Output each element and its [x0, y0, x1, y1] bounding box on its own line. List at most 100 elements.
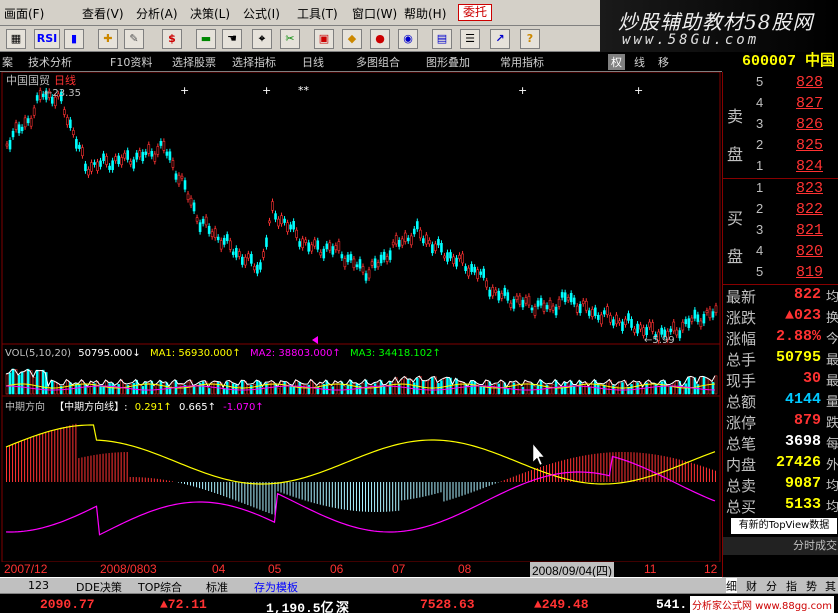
rsi-button[interactable]: RSI	[34, 29, 60, 49]
globe-icon[interactable]: ◉	[398, 29, 418, 49]
candle	[609, 315, 612, 323]
ask-level-row[interactable]: 1 824	[723, 158, 838, 179]
cut-icon[interactable]: ✂	[280, 29, 300, 49]
event-marker[interactable]: **	[298, 84, 310, 97]
event-marker[interactable]: +	[180, 84, 189, 97]
tick-trades-label[interactable]: 分时成交	[723, 537, 838, 555]
tab-an[interactable]: 案	[2, 54, 13, 70]
binoculars-icon[interactable]: ⌖	[252, 29, 272, 49]
menu-tools[interactable]: 工具(T)	[297, 5, 338, 22]
ask-level-row[interactable]: 3 826	[723, 116, 838, 137]
stat-value: 879	[793, 412, 821, 429]
indicator-bar	[624, 452, 626, 482]
dollar-button[interactable]: $	[162, 29, 182, 49]
menu-formula[interactable]: 公式(I)	[243, 5, 280, 22]
indicator-bar	[271, 482, 273, 515]
tab-quan[interactable]: 权	[608, 54, 625, 70]
flag-icon[interactable]: ▬	[196, 29, 216, 49]
tab-index[interactable]: 指	[786, 578, 797, 594]
volume-bar	[280, 381, 283, 395]
sphere-icon[interactable]: ●	[370, 29, 390, 49]
ask-level-row[interactable]: 4 827	[723, 95, 838, 116]
candle	[473, 266, 476, 273]
quote-stat-row[interactable]: 涨幅 2.88% 今	[723, 328, 838, 349]
quote-stat-row[interactable]: 最新 822 均	[723, 286, 838, 307]
menu-view[interactable]: 查看(V)	[82, 5, 124, 22]
indicator-bar	[334, 482, 336, 509]
candle	[397, 239, 401, 247]
tab-detail[interactable]: 细	[726, 578, 737, 594]
indicator-bar	[313, 482, 315, 504]
grid-icon[interactable]: ▦	[6, 29, 26, 49]
volume-bar	[521, 386, 525, 395]
indicator-bar	[75, 423, 77, 482]
indicator-bar	[262, 482, 264, 511]
ask-level-row[interactable]: 5 828	[723, 74, 838, 95]
indicator-bar	[672, 458, 674, 482]
indicator-bar	[250, 482, 252, 507]
stat-label-clipped: 均	[825, 289, 838, 304]
menu-help[interactable]: 帮助(H)	[404, 5, 446, 22]
stat-value: ▲023	[784, 307, 821, 324]
quote-stat-row[interactable]: 现手 30 最	[723, 370, 838, 391]
indicator-bar	[636, 452, 638, 482]
tab-123[interactable]: 123	[28, 579, 49, 592]
bid-level-row[interactable]: 4 820	[723, 243, 838, 264]
diamond-icon[interactable]: ◆	[342, 29, 362, 49]
quote-stat-row[interactable]: 涨跌 ▲023 换	[723, 307, 838, 328]
bar-chart-icon[interactable]: ▮	[64, 29, 84, 49]
quote-stat-row[interactable]: 总笔 3698 每	[723, 433, 838, 454]
quote-stat-row[interactable]: 总卖 9087 均	[723, 475, 838, 496]
tab-fen[interactable]: 分	[766, 578, 777, 594]
level-number: 1	[756, 158, 764, 173]
tab-f10[interactable]: F10资料	[110, 54, 152, 70]
tab-select-stock[interactable]: 选择股票	[172, 54, 216, 70]
volume-bar	[428, 380, 431, 395]
ask-level-row[interactable]: 2 825	[723, 137, 838, 158]
quote-stat-row[interactable]: 总手 50795 最	[723, 349, 838, 370]
tab-overlay[interactable]: 图形叠加	[426, 54, 470, 70]
quote-stat-row[interactable]: 总额 4144 量	[723, 391, 838, 412]
quote-stat-row[interactable]: 内盘 27426 外	[723, 454, 838, 475]
menu-analysis[interactable]: 分析(A)	[136, 5, 178, 22]
tab-other[interactable]: 其	[825, 578, 836, 594]
volume-bar	[437, 383, 440, 395]
event-marker[interactable]: +	[634, 84, 643, 97]
tab-select-indicator[interactable]: 选择指标	[232, 54, 276, 70]
tab-finance[interactable]: 财	[746, 578, 757, 594]
tab-multi-chart[interactable]: 多图组合	[356, 54, 400, 70]
indicator-bar	[687, 461, 689, 482]
candle	[506, 292, 510, 301]
kline-chart[interactable]: + + ** + + 中国国贸 日线 ←23.35 ←5.99 VOL(5,10…	[0, 72, 722, 562]
cross-icon[interactable]: ✚	[98, 29, 118, 49]
menu-window[interactable]: 窗口(W)	[352, 5, 397, 22]
tab-line[interactable]: 线	[634, 54, 645, 70]
hand-icon[interactable]: ☚	[222, 29, 242, 49]
candle	[612, 319, 615, 326]
tab-technical-analysis[interactable]: 技术分析	[28, 54, 72, 70]
bid-level-row[interactable]: 3 821	[723, 222, 838, 243]
event-marker[interactable]: +	[262, 84, 271, 97]
quote-stat-row[interactable]: 总买 5133 均	[723, 496, 838, 517]
tab-common-indicator[interactable]: 常用指标	[500, 54, 544, 70]
event-marker[interactable]: +	[518, 84, 527, 97]
menu-screen[interactable]: 画面(F)	[4, 5, 44, 22]
window-icon[interactable]: ▤	[432, 29, 452, 49]
candle	[446, 252, 449, 262]
weituo-button[interactable]: 委托	[458, 4, 492, 21]
topview-notice[interactable]: 有新的TopView数据	[731, 518, 837, 534]
tab-trend[interactable]: 势	[806, 578, 817, 594]
list-icon[interactable]: ☰	[460, 29, 480, 49]
menu-decision[interactable]: 决策(L)	[190, 5, 230, 22]
tab-move[interactable]: 移	[658, 54, 669, 70]
bid-level-row[interactable]: 1 823	[723, 180, 838, 201]
quote-stat-row[interactable]: 涨停 879 跌	[723, 412, 838, 433]
candle	[488, 289, 492, 297]
arrow-icon[interactable]: ↗	[490, 29, 510, 49]
help-pointer-icon[interactable]: ?	[520, 29, 540, 49]
stamp-icon[interactable]: ▣	[314, 29, 334, 49]
pencil-icon[interactable]: ✎	[124, 29, 144, 49]
bid-level-row[interactable]: 5 819	[723, 264, 838, 285]
tab-daily[interactable]: 日线	[302, 54, 324, 70]
bid-level-row[interactable]: 2 822	[723, 201, 838, 222]
